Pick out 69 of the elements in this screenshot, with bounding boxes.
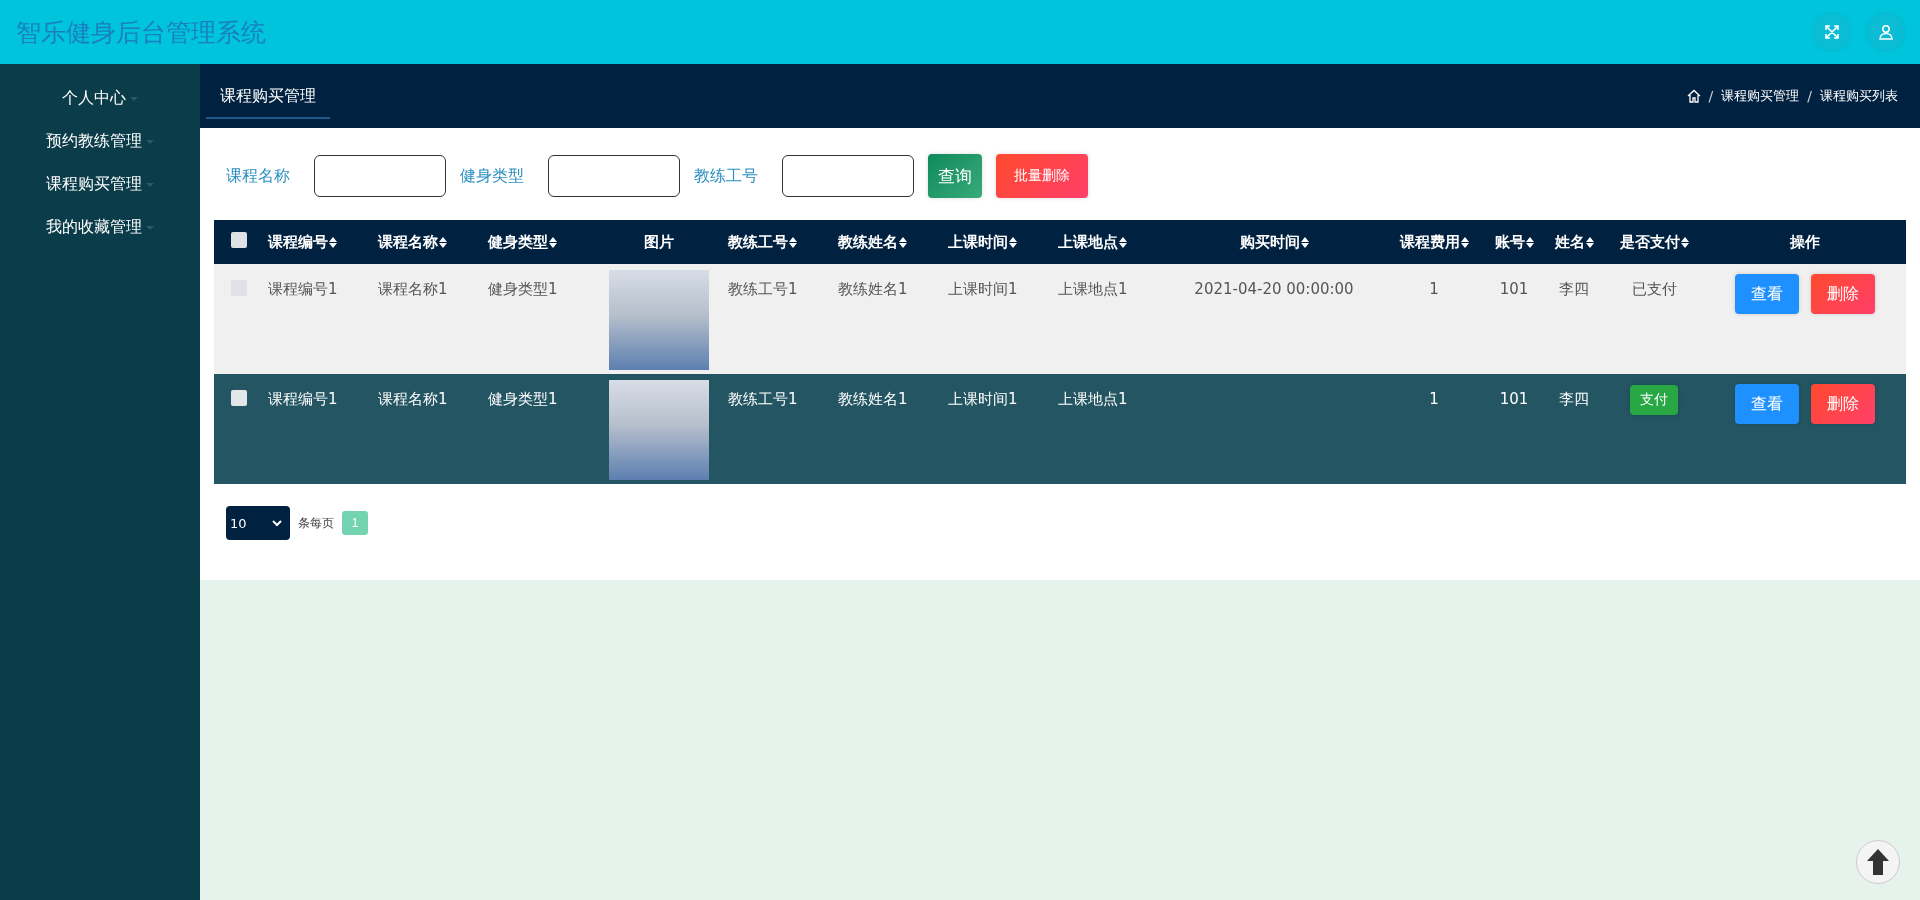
table-cell: 上课时间1 bbox=[944, 264, 1054, 374]
table-cell: 健身类型1 bbox=[484, 374, 594, 484]
table-cell: 上课时间1 bbox=[944, 374, 1054, 484]
table-cell: 课程编号1 bbox=[264, 374, 374, 484]
table-cell: 健身类型1 bbox=[484, 264, 594, 374]
column-header: 操作 bbox=[1704, 220, 1906, 264]
sidebar-item[interactable]: 个人中心 bbox=[62, 88, 138, 109]
table-cell: 教练工号1 bbox=[724, 374, 834, 484]
column-header[interactable]: 账号 bbox=[1484, 220, 1544, 264]
table-cell: 101 bbox=[1484, 264, 1544, 374]
table-cell: 2021-04-20 00:00:00 bbox=[1164, 264, 1384, 374]
table-cell: 李四 bbox=[1544, 264, 1604, 374]
user-icon bbox=[1878, 24, 1894, 40]
search-field[interactable] bbox=[314, 155, 446, 197]
table-cell: 101 bbox=[1484, 374, 1544, 484]
breadcrumb-link[interactable]: 课程购买列表 bbox=[1820, 87, 1898, 105]
table-cell: 课程名称1 bbox=[374, 374, 484, 484]
caret-icon bbox=[130, 96, 138, 101]
field-label: 健身类型 bbox=[460, 165, 524, 187]
table-cell: 教练姓名1 bbox=[834, 264, 944, 374]
sidebar-item[interactable]: 课程购买管理 bbox=[46, 174, 154, 195]
select-all-checkbox[interactable] bbox=[231, 232, 247, 248]
table-cell: 1 bbox=[1384, 374, 1484, 484]
arrow-up-icon bbox=[1866, 848, 1890, 876]
payment-status: 已支付 bbox=[1631, 280, 1677, 298]
chevron-down-icon bbox=[272, 519, 282, 527]
table-cell: 课程名称1 bbox=[374, 264, 484, 374]
column-header[interactable]: 是否支付 bbox=[1604, 220, 1704, 264]
back-to-top-button[interactable] bbox=[1856, 840, 1900, 884]
table-row[interactable]: 课程编号1 课程名称1 健身类型1 教练工号1 教练姓名1 上课时间1 上课地点1 2021-04-20 00:00:00 1 101 李四 已支付 查看 删除 bbox=[214, 264, 1906, 374]
caret-icon bbox=[146, 139, 154, 144]
query-button[interactable]: 查询 bbox=[928, 154, 982, 198]
page-tab[interactable]: 课程购买管理 bbox=[206, 73, 330, 119]
column-header[interactable]: 教练姓名 bbox=[834, 220, 944, 264]
app-title: 智乐健身后台管理系统 bbox=[16, 16, 266, 49]
table-cell: 上课地点1 bbox=[1054, 374, 1164, 484]
column-header[interactable]: 上课时间 bbox=[944, 220, 1054, 264]
sidebar-item[interactable]: 预约教练管理 bbox=[46, 131, 154, 152]
field-label: 课程名称 bbox=[226, 165, 290, 187]
column-header[interactable]: 购买时间 bbox=[1164, 220, 1384, 264]
row-checkbox[interactable] bbox=[231, 390, 247, 406]
page-size-label: 条每页 bbox=[298, 514, 334, 532]
column-header[interactable]: 健身类型 bbox=[484, 220, 594, 264]
column-header: 图片 bbox=[594, 220, 724, 264]
column-header[interactable]: 课程名称 bbox=[374, 220, 484, 264]
column-header[interactable]: 上课地点 bbox=[1054, 220, 1164, 264]
breadcrumb-separator: / bbox=[1806, 88, 1813, 104]
table-cell: 李四 bbox=[1544, 374, 1604, 484]
caret-icon bbox=[146, 182, 154, 187]
column-header[interactable]: 教练工号 bbox=[724, 220, 834, 264]
sidebar-item[interactable]: 我的收藏管理 bbox=[46, 217, 154, 238]
search-field[interactable] bbox=[548, 155, 680, 197]
column-header[interactable]: 课程编号 bbox=[264, 220, 374, 264]
table-cell: 课程编号1 bbox=[264, 264, 374, 374]
home-icon[interactable] bbox=[1686, 89, 1701, 103]
table-cell: 教练工号1 bbox=[724, 264, 834, 374]
expand-icon bbox=[1824, 24, 1840, 40]
table-cell: 上课地点1 bbox=[1054, 264, 1164, 374]
breadcrumb-separator: / bbox=[1707, 88, 1715, 104]
page-size-select[interactable]: 10 bbox=[226, 506, 290, 540]
caret-icon bbox=[146, 225, 154, 230]
table-cell: 教练姓名1 bbox=[834, 374, 944, 484]
field-label: 教练工号 bbox=[694, 165, 758, 187]
breadcrumb-link[interactable]: 课程购买管理 bbox=[1721, 87, 1800, 105]
column-header[interactable]: 姓名 bbox=[1544, 220, 1604, 264]
search-field[interactable] bbox=[782, 155, 914, 197]
table-cell: 1 bbox=[1384, 264, 1484, 374]
column-header[interactable]: 课程费用 bbox=[1384, 220, 1484, 264]
table-row[interactable]: 课程编号1 课程名称1 健身类型1 教练工号1 教练姓名1 上课时间1 上课地点1 1 101 李四 支付 查看 删除 bbox=[214, 374, 1906, 484]
